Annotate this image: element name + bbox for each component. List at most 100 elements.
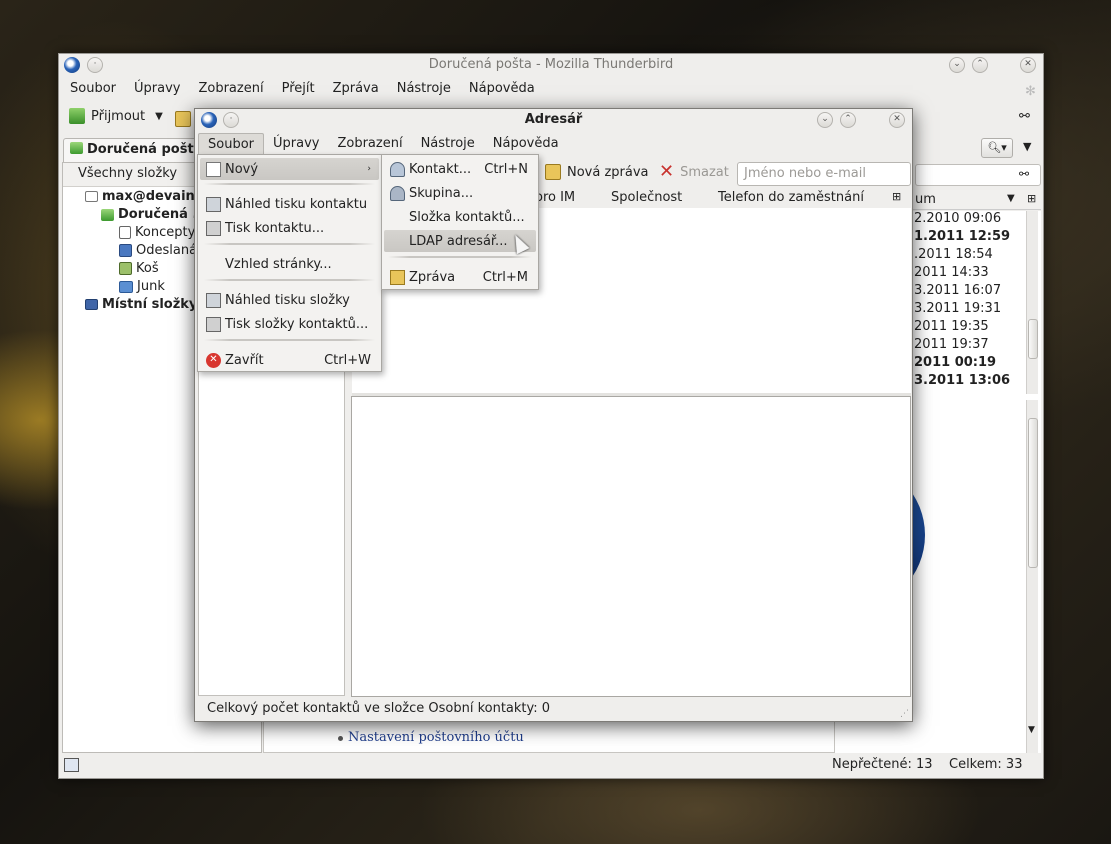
menu-print-preview-folder[interactable]: Náhled tisku složky xyxy=(200,289,379,311)
menu-go[interactable]: Přejít xyxy=(273,78,324,99)
menu-print-contact[interactable]: Tisk kontaktu... xyxy=(200,217,379,239)
submenu-arrow-icon: › xyxy=(367,164,371,174)
menu-print-folder[interactable]: Tisk složky kontaktů... xyxy=(200,313,379,335)
write-icon[interactable] xyxy=(175,111,191,127)
scroll-down-arrow-icon[interactable]: ▼ xyxy=(1028,725,1035,735)
folder-local[interactable]: Místní složky xyxy=(85,297,197,312)
ab-menu-tools[interactable]: Nástroje xyxy=(412,133,484,155)
column-work-phone[interactable]: Telefon do zaměstnání xyxy=(718,190,864,205)
folder-junk-label: Junk xyxy=(137,279,165,294)
menu-print-preview-folder-label: Náhled tisku složky xyxy=(225,292,350,308)
search-binoculars-icon[interactable]: ⚯ xyxy=(1019,109,1030,124)
receive-button[interactable]: Přijmout ▼ xyxy=(69,108,163,124)
menu-close-label: Zavřít xyxy=(225,352,264,368)
folder-sent[interactable]: Odeslaná xyxy=(119,243,197,258)
column-picker-icon[interactable]: ⊞ xyxy=(1027,192,1036,205)
message-list-scrollbar[interactable] xyxy=(1026,211,1038,394)
folder-sent-label: Odeslaná xyxy=(136,243,198,258)
compose-message-icon xyxy=(390,269,405,285)
menu-tools[interactable]: Nástroje xyxy=(388,78,460,99)
maximize-button[interactable]: ⌃ xyxy=(972,57,988,73)
folder-account-label: max@devaine xyxy=(102,189,204,204)
menu-edit[interactable]: Úpravy xyxy=(125,78,189,99)
receive-dropdown-icon[interactable]: ▼ xyxy=(155,111,163,122)
menu-separator xyxy=(204,339,375,341)
preview-scroll-thumb[interactable] xyxy=(1028,418,1038,568)
menu-print-preview-contact[interactable]: Náhled tisku kontaktu xyxy=(200,193,379,215)
folder-inbox[interactable]: Doručená ... xyxy=(101,207,207,222)
unread-count: Nepřečtené: 13 xyxy=(832,757,933,772)
folder-account[interactable]: max@devaine xyxy=(85,189,204,204)
group-icon xyxy=(390,185,405,201)
submenu-folder[interactable]: Složka kontaktů... xyxy=(384,206,536,228)
folder-trash[interactable]: Koš xyxy=(119,261,159,276)
submenu-folder-label: Složka kontaktů... xyxy=(409,209,525,225)
close-red-icon: ✕ xyxy=(206,352,221,368)
menu-help[interactable]: Nápověda xyxy=(460,78,544,99)
message-list-scroll-thumb[interactable] xyxy=(1028,319,1038,359)
contact-search-input[interactable]: Jméno nebo e-mail xyxy=(737,162,911,186)
message-date: 2011 00:19 xyxy=(914,355,997,370)
contact-card-view xyxy=(351,396,911,697)
account-icon xyxy=(85,191,98,202)
preview-scrollbar[interactable]: ▼ xyxy=(1026,400,1038,753)
receive-label: Přijmout xyxy=(91,108,146,124)
contact-icon xyxy=(390,161,405,177)
file-menu: Nový › Náhled tisku kontaktu Tisk kontak… xyxy=(197,154,382,372)
drafts-folder-icon xyxy=(119,226,131,239)
menu-new-label: Nový xyxy=(225,161,259,177)
print-preview-icon xyxy=(206,196,221,212)
message-date: 2011 14:33 xyxy=(914,265,989,280)
account-setup-link[interactable]: Nastavení poštovního účtu xyxy=(348,730,524,745)
submenu-message[interactable]: Zpráva Ctrl+M xyxy=(384,266,536,288)
message-date: 2011 19:37 xyxy=(914,337,989,352)
submenu-group[interactable]: Skupina... xyxy=(384,182,536,204)
column-picker-icon[interactable]: ⊞ xyxy=(892,190,901,203)
ab-menu-edit[interactable]: Úpravy xyxy=(264,133,328,155)
column-company[interactable]: Společnost xyxy=(611,190,682,205)
delete-icon: ✕ xyxy=(659,161,675,182)
tab-inbox[interactable]: Doručená pošta xyxy=(63,138,199,162)
minimize-button[interactable]: ⌄ xyxy=(949,57,965,73)
menu-page-setup[interactable]: Vzhled stránky... xyxy=(200,253,379,275)
menu-view[interactable]: Zobrazení xyxy=(189,78,272,99)
ab-menu-view[interactable]: Zobrazení xyxy=(328,133,411,155)
main-statusbar: Nepřečtené: 13 Celkem: 33 xyxy=(59,754,1045,779)
resize-grip-icon[interactable]: ⋰ xyxy=(900,709,909,719)
submenu-contact[interactable]: Kontakt... Ctrl+N xyxy=(384,158,536,180)
total-count: Celkem: 33 xyxy=(949,757,1023,772)
menu-separator xyxy=(388,256,532,258)
folder-drafts[interactable]: Koncepty xyxy=(119,225,195,240)
address-book-title: Adresář xyxy=(524,112,583,127)
quick-search-button[interactable]: 🔍︎▾ xyxy=(981,138,1013,158)
ab-close-button[interactable]: ✕ xyxy=(889,112,905,128)
delete-label: Smazat xyxy=(680,164,729,180)
trash-folder-icon xyxy=(119,262,132,275)
new-message-button[interactable]: Nová zpráva xyxy=(545,164,649,180)
address-book-status: Celkový počet kontaktů ve složce Osobní … xyxy=(207,701,551,716)
date-column-header[interactable]: um xyxy=(915,192,936,207)
menu-print-contact-label: Tisk kontaktu... xyxy=(225,220,325,236)
folder-trash-label: Koš xyxy=(136,261,159,276)
menu-separator xyxy=(204,279,375,281)
ab-minimize-button[interactable]: ⌄ xyxy=(817,112,833,128)
delete-button[interactable]: ✕ Smazat xyxy=(659,161,729,182)
inbox-tab-icon xyxy=(70,142,83,154)
folder-junk[interactable]: Junk xyxy=(119,279,165,294)
menu-file[interactable]: Soubor xyxy=(61,78,125,99)
ab-menu-help[interactable]: Nápověda xyxy=(484,133,568,155)
local-folders-icon xyxy=(85,299,98,310)
ab-menu-file[interactable]: Soubor xyxy=(198,133,264,155)
new-message-icon xyxy=(545,164,561,180)
sort-chevron-icon: ▼ xyxy=(1007,193,1015,204)
menu-new[interactable]: Nový › xyxy=(200,158,379,180)
ab-maximize-button[interactable]: ⌃ xyxy=(840,112,856,128)
column-im[interactable]: oro IM xyxy=(535,190,575,205)
online-status-icon[interactable] xyxy=(64,758,79,772)
main-search-binoculars-icon[interactable]: ⚯ xyxy=(1019,167,1029,181)
close-window-button[interactable]: ✕ xyxy=(1020,57,1036,73)
menu-close[interactable]: ✕ Zavřít Ctrl+W xyxy=(200,349,379,371)
menu-message[interactable]: Zpráva xyxy=(324,78,388,99)
folder-drafts-label: Koncepty xyxy=(135,225,196,240)
tab-list-chevron-icon[interactable]: ▼ xyxy=(1023,140,1031,153)
